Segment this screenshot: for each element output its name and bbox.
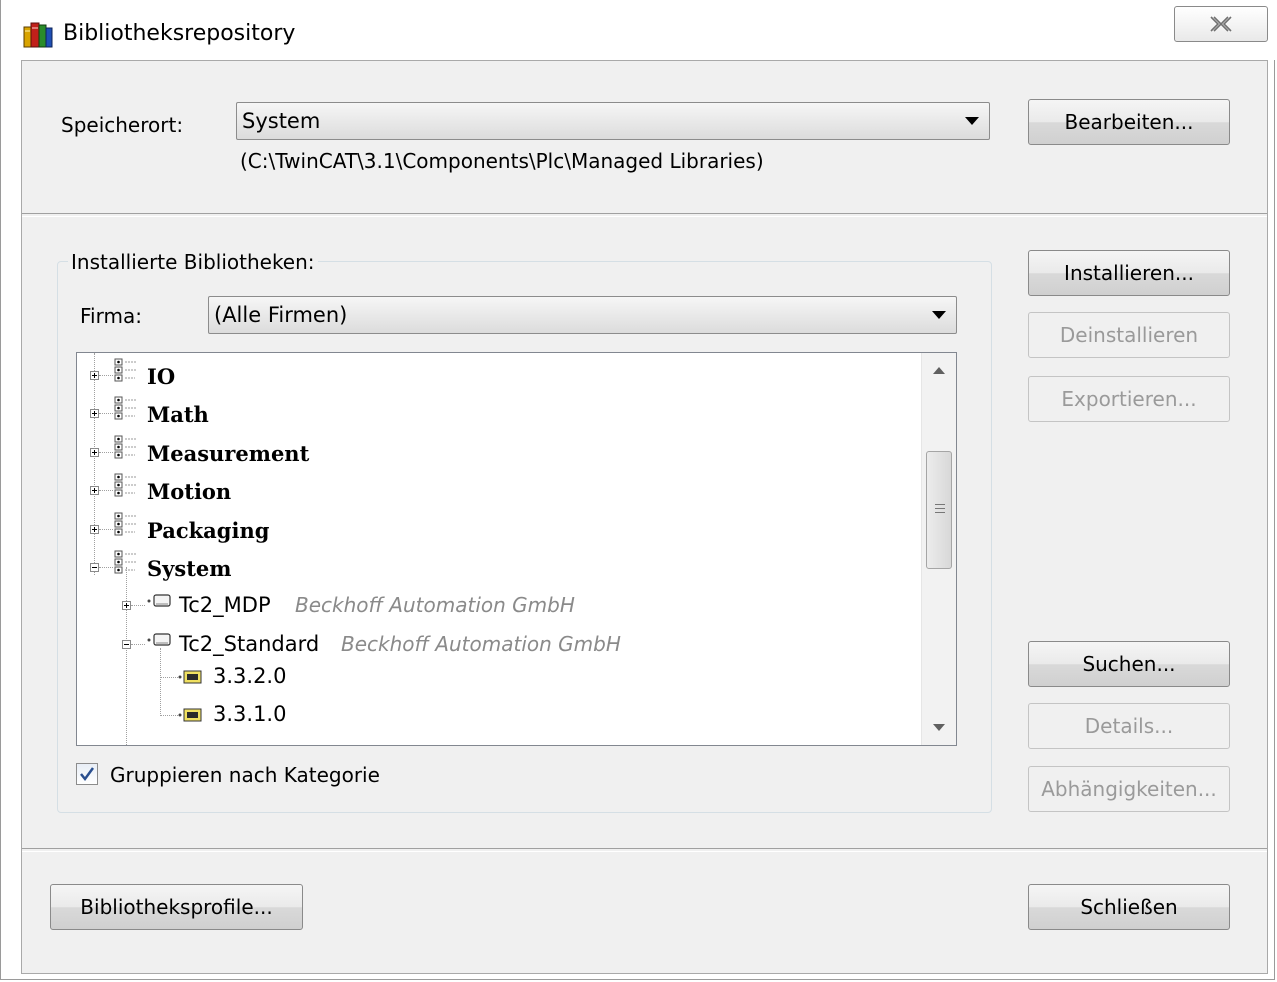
company-selected-value: (Alle Firmen): [214, 303, 348, 327]
location-selected-value: System: [242, 109, 321, 133]
tree-guide-line: [99, 567, 113, 568]
tree-guide-line: [99, 490, 113, 491]
tree-category-motion[interactable]: Motion: [77, 472, 917, 508]
expand-icon[interactable]: [90, 409, 99, 418]
tree-guide-line: [131, 605, 145, 606]
search-button[interactable]: Suchen...: [1028, 641, 1230, 687]
tree-category-label: IO: [147, 364, 176, 389]
tree-library-company: Beckhoff Automation GmbH: [341, 632, 621, 656]
close-icon: [1210, 16, 1232, 32]
group-by-category-label[interactable]: Gruppieren nach Kategorie: [110, 762, 380, 788]
checkmark-icon: [80, 767, 95, 782]
tree-guide-line: [99, 375, 113, 376]
expand-icon[interactable]: [90, 371, 99, 380]
library-books-icon: [23, 22, 53, 48]
tree-library-label: Tc2_MDP: [179, 593, 271, 617]
grip-line: [935, 504, 945, 505]
library-profiles-button[interactable]: Bibliotheksprofile...: [50, 884, 303, 930]
edit-location-button[interactable]: Bearbeiten...: [1028, 99, 1230, 145]
tree-version-label: 3.3.1.0: [213, 702, 287, 726]
category-icon: [114, 358, 137, 382]
separator-top: [22, 213, 1267, 217]
category-icon: [114, 396, 137, 420]
tree-category-label: Measurement: [147, 441, 310, 466]
tree-category-io[interactable]: IO: [77, 357, 917, 393]
expand-icon[interactable]: [90, 525, 99, 534]
group-by-category-checkbox[interactable]: [76, 763, 98, 785]
library-icon: [147, 594, 171, 607]
collapse-icon[interactable]: [122, 640, 131, 649]
tree-category-label: Packaging: [147, 518, 270, 543]
chevron-down-icon: [932, 311, 946, 319]
tree-library-company: Beckhoff Automation GmbH: [295, 593, 575, 617]
tree-category-label: Motion: [147, 479, 232, 504]
category-icon: [114, 435, 137, 459]
category-icon: [114, 512, 137, 536]
grip-line: [935, 508, 945, 509]
dialog-body: Speicherort: System (C:\TwinCAT\3.1\Comp…: [21, 60, 1268, 974]
scrollbar-thumb[interactable]: [926, 451, 952, 569]
tree-guide-line: [160, 715, 178, 716]
tree-guide-line: [131, 644, 145, 645]
version-icon: [178, 708, 202, 722]
tree-library-tc2-mdp[interactable]: Tc2_MDP Beckhoff Automation GmbH: [77, 587, 917, 623]
tree-category-label: System: [147, 556, 232, 581]
close-button[interactable]: Schließen: [1028, 884, 1230, 930]
category-icon: [114, 550, 137, 574]
library-tree[interactable]: IO Math Measurement Motion Packaging Sys…: [76, 352, 957, 746]
tree-version-row[interactable]: 3.3.2.0: [77, 659, 917, 695]
export-button[interactable]: Exportieren...: [1028, 376, 1230, 422]
separator-bottom: [22, 848, 1267, 852]
tree-version-row[interactable]: 3.3.1.0: [77, 697, 917, 733]
grip-line: [935, 512, 945, 513]
dependencies-button[interactable]: Abhängigkeiten...: [1028, 766, 1230, 812]
scroll-down-arrow-icon[interactable]: [933, 724, 945, 731]
expand-icon[interactable]: [122, 601, 131, 610]
tree-guide-line: [99, 529, 113, 530]
location-dropdown[interactable]: System: [236, 102, 990, 140]
chevron-down-icon: [965, 117, 979, 125]
installed-libraries-title: Installierte Bibliotheken:: [68, 249, 318, 275]
expand-icon[interactable]: [90, 448, 99, 457]
details-button[interactable]: Details...: [1028, 703, 1230, 749]
collapse-icon[interactable]: [90, 563, 99, 572]
tree-library-tc2-standard[interactable]: Tc2_Standard Beckhoff Automation GmbH: [77, 626, 917, 662]
tree-category-system[interactable]: System: [77, 549, 917, 585]
tree-category-packaging[interactable]: Packaging: [77, 511, 917, 547]
title-bar: Bibliotheksrepository: [1, 0, 1276, 60]
tree-category-measurement[interactable]: Measurement: [77, 434, 917, 470]
tree-category-math[interactable]: Math: [77, 395, 917, 431]
scroll-up-arrow-icon[interactable]: [933, 367, 945, 374]
tree-guide-line: [160, 677, 178, 678]
window-title: Bibliotheksrepository: [63, 21, 296, 46]
tree-guide-line: [99, 413, 113, 414]
library-repository-dialog: Bibliotheksrepository Speicherort: Syste…: [0, 0, 1276, 980]
location-label: Speicherort:: [61, 113, 184, 137]
uninstall-button[interactable]: Deinstallieren: [1028, 312, 1230, 358]
expand-icon[interactable]: [90, 486, 99, 495]
category-icon: [114, 473, 137, 497]
tree-library-label: Tc2_Standard: [179, 632, 320, 656]
tree-scrollbar[interactable]: [921, 353, 956, 745]
install-button[interactable]: Installieren...: [1028, 250, 1230, 296]
location-path: (C:\TwinCAT\3.1\Components\Plc\Managed L…: [240, 149, 764, 173]
tree-category-label: Math: [147, 402, 209, 427]
close-window-button[interactable]: [1174, 6, 1268, 42]
version-icon: [178, 670, 202, 684]
library-icon: [147, 633, 171, 646]
company-dropdown[interactable]: (Alle Firmen): [208, 296, 957, 334]
tree-version-label: 3.3.2.0: [213, 664, 287, 688]
company-label: Firma:: [80, 304, 142, 328]
tree-guide-line: [99, 452, 113, 453]
